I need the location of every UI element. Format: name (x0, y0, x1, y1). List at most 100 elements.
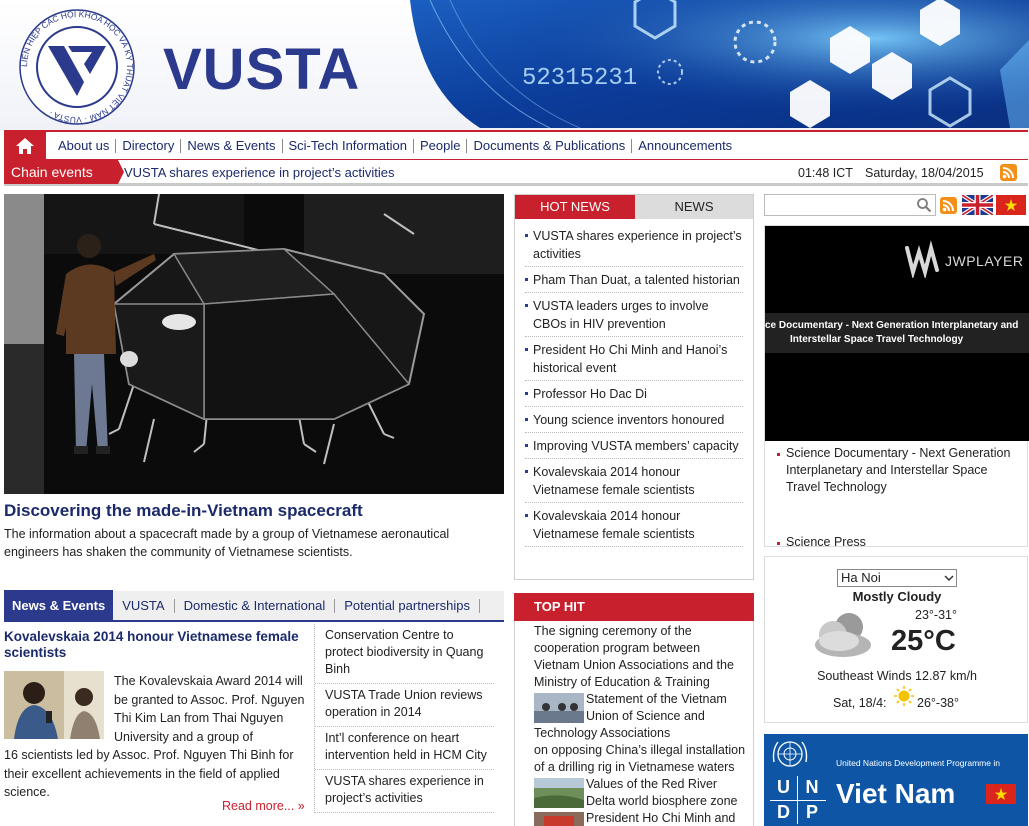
video-panel: JWPLAYER ce Documentary - Next Generatio… (764, 225, 1029, 549)
sunny-icon (894, 686, 914, 706)
video-list: Science Documentary - Next Generation In… (777, 445, 1022, 551)
top-hit-item[interactable]: Statement of the Vietnam Union of Scienc… (515, 691, 753, 776)
jwplayer-logo-icon (905, 240, 939, 278)
current-temperature: 25°C (891, 625, 956, 657)
weather-condition: Mostly Cloudy (852, 589, 942, 604)
undp-banner[interactable]: U N D P United Nations Development Progr… (764, 734, 1028, 826)
top-hit-item-title: President Ho Chi Minh and (586, 811, 736, 825)
search-icon[interactable] (916, 197, 932, 213)
top-story-summary-wrapped: The Kovalevskaia Award 2014 will be gran… (114, 674, 305, 744)
news-tabs: News & Events VUSTA Domestic & Internati… (4, 590, 504, 622)
tab-news-events[interactable]: News & Events (4, 590, 114, 621)
feature-title[interactable]: Discovering the made-in-Vietnam spacecra… (4, 501, 363, 521)
weather-widget: Ha Noi Mostly Cloudy 23°-31° 25°C Southe… (764, 556, 1028, 723)
tab-domestic-international[interactable]: Domestic & International (175, 598, 336, 613)
side-news-item[interactable]: VUSTA shares experience in project’s act… (315, 770, 494, 813)
top-hit-item[interactable]: President Ho Chi Minh and (515, 810, 753, 826)
wind-info: Southeast Winds 12.87 km/h (817, 669, 977, 683)
undp-letter: D (770, 800, 798, 824)
hot-news-item[interactable]: Professor Ho Dac Di (525, 381, 743, 407)
svg-text:52315231: 52315231 (522, 65, 637, 92)
hot-news-item[interactable]: Kovalevskaia 2014 honour Vietnamese fema… (525, 503, 743, 547)
top-hit-list: The signing ceremony of the cooperation … (514, 621, 754, 826)
tab-vusta[interactable]: VUSTA (113, 598, 175, 613)
top-hit-thumbnail (534, 812, 584, 826)
nav-news-events[interactable]: News & Events (181, 138, 283, 153)
undp-country: Viet Nam (836, 778, 956, 809)
feature-image[interactable] (4, 194, 504, 494)
site-header: LIÊN HIỆP CÁC HỘI KHOA HỌC VÀ KỸ THUẬT V… (0, 0, 1029, 130)
hot-news-item[interactable]: Pham Than Duat, a talented historian (525, 267, 743, 293)
tab-hot-news[interactable]: HOT NEWS (515, 195, 635, 219)
top-story-summary: The Kovalevskaia Award 2014 will be gran… (4, 672, 306, 802)
nav-sci-tech-information[interactable]: Sci-Tech Information (283, 138, 414, 153)
city-select[interactable]: Ha Noi (837, 569, 957, 587)
vietnam-flag-icon[interactable] (996, 195, 1026, 215)
hot-news-item[interactable]: Kovalevskaia 2014 honour Vietnamese fema… (525, 459, 743, 503)
chain-events-label: Chain events (4, 160, 118, 184)
top-hit-item-title: Values of the Red River Delta world bios… (586, 777, 738, 808)
nav-people[interactable]: People (414, 138, 468, 153)
double-chevron-right-icon: » (297, 799, 305, 813)
video-item[interactable]: Science Press (777, 534, 1022, 551)
undp-letter: N (798, 776, 826, 801)
top-story-title[interactable]: Kovalevskaia 2014 honour Vietnamese fema… (4, 629, 306, 661)
feature-description: The information about a spacecraft made … (4, 527, 450, 559)
tab-news[interactable]: NEWS (635, 195, 753, 219)
hot-news-item[interactable]: President Ho Chi Minh and Hanoi’s histor… (525, 337, 743, 381)
vietnam-flag-icon (986, 784, 1016, 804)
uk-flag-icon[interactable] (962, 195, 993, 215)
hot-news-item[interactable]: VUSTA leaders urges to involve CBOs in H… (525, 293, 743, 337)
chain-events-bar: Chain events VUSTA shares experience in … (4, 160, 1028, 186)
nav-about-us[interactable]: About us (52, 138, 117, 153)
nav-announcements[interactable]: Announcements (632, 138, 738, 153)
video-player[interactable]: JWPLAYER ce Documentary - Next Generatio… (765, 226, 1029, 441)
top-hit-header: TOP HIT (514, 593, 754, 621)
top-hit-thumbnail (534, 778, 584, 808)
video-overlay-line: ce Documentary - Next Generation Interpl… (765, 320, 1019, 331)
home-icon (16, 137, 34, 154)
forecast-range: 26°-38° (917, 696, 959, 710)
jwplayer-label: JWPLAYER (945, 253, 1024, 269)
nav-directory[interactable]: Directory (116, 138, 182, 153)
tab-potential-partnerships[interactable]: Potential partnerships (335, 598, 480, 613)
nav-documents-publications[interactable]: Documents & Publications (467, 138, 633, 153)
hot-news-list: VUSTA shares experience in project’s act… (515, 219, 753, 547)
side-news-item[interactable]: VUSTA Trade Union reviews operation in 2… (315, 684, 494, 727)
hot-news-panel: HOT NEWS NEWS VUSTA shares experience in… (514, 194, 754, 580)
search-input[interactable] (764, 194, 936, 216)
current-date: Saturday, 18/04/2015 (865, 166, 984, 180)
undp-letter-grid: U N D P (770, 776, 826, 824)
top-story-summary-rest: 16 scientists led by Assoc. Prof. Nguyen… (4, 748, 294, 799)
un-emblem-icon (772, 741, 808, 767)
chain-headline-link[interactable]: VUSTA shares experience in project’s act… (124, 165, 394, 180)
side-news-list: Conservation Centre to protect biodivers… (314, 624, 494, 813)
forecast-day: Sat, 18/4: (833, 696, 887, 710)
hot-news-item[interactable]: Improving VUSTA members’ capacity (525, 433, 743, 459)
temperature-range: 23°-31° (915, 608, 957, 622)
hot-news-item[interactable]: VUSTA shares experience in project’s act… (525, 223, 743, 267)
rss-icon[interactable] (1000, 164, 1017, 181)
side-news-item[interactable]: Conservation Centre to protect biodivers… (315, 624, 494, 684)
undp-letter: P (805, 801, 818, 822)
rss-icon[interactable] (940, 197, 957, 214)
read-more-link[interactable]: Read more... » (222, 799, 305, 813)
video-title-overlay: ce Documentary - Next Generation Interpl… (765, 313, 1029, 353)
city-select-value: Ha Noi (841, 570, 881, 585)
side-news-item[interactable]: Int’l conference on heart intervention h… (315, 727, 494, 770)
top-hit-item[interactable]: Values of the Red River Delta world bios… (515, 776, 753, 810)
undp-letter: U (770, 776, 798, 801)
top-hit-thumbnail (534, 693, 584, 723)
top-hit-item[interactable]: The signing ceremony of the cooperation … (515, 621, 753, 691)
current-time: 01:48 ICT (798, 166, 853, 180)
read-more-label: Read more... (222, 799, 295, 813)
video-overlay-line: Interstellar Space Travel Technology (790, 334, 964, 345)
spacecraft-photo (4, 194, 504, 494)
hot-news-item[interactable]: Young science inventors honoured (525, 407, 743, 433)
main-nav: About us Directory News & Events Sci-Tec… (4, 130, 1028, 161)
video-item[interactable]: Science Documentary - Next Generation In… (777, 445, 1022, 534)
home-button[interactable] (4, 130, 46, 161)
brand-name: VUSTA (163, 37, 361, 102)
undp-org-text: United Nations Development Programme in (836, 758, 1000, 768)
vusta-logo[interactable]: LIÊN HIỆP CÁC HỘI KHOA HỌC VÀ KỸ THUẬT V… (18, 8, 136, 126)
